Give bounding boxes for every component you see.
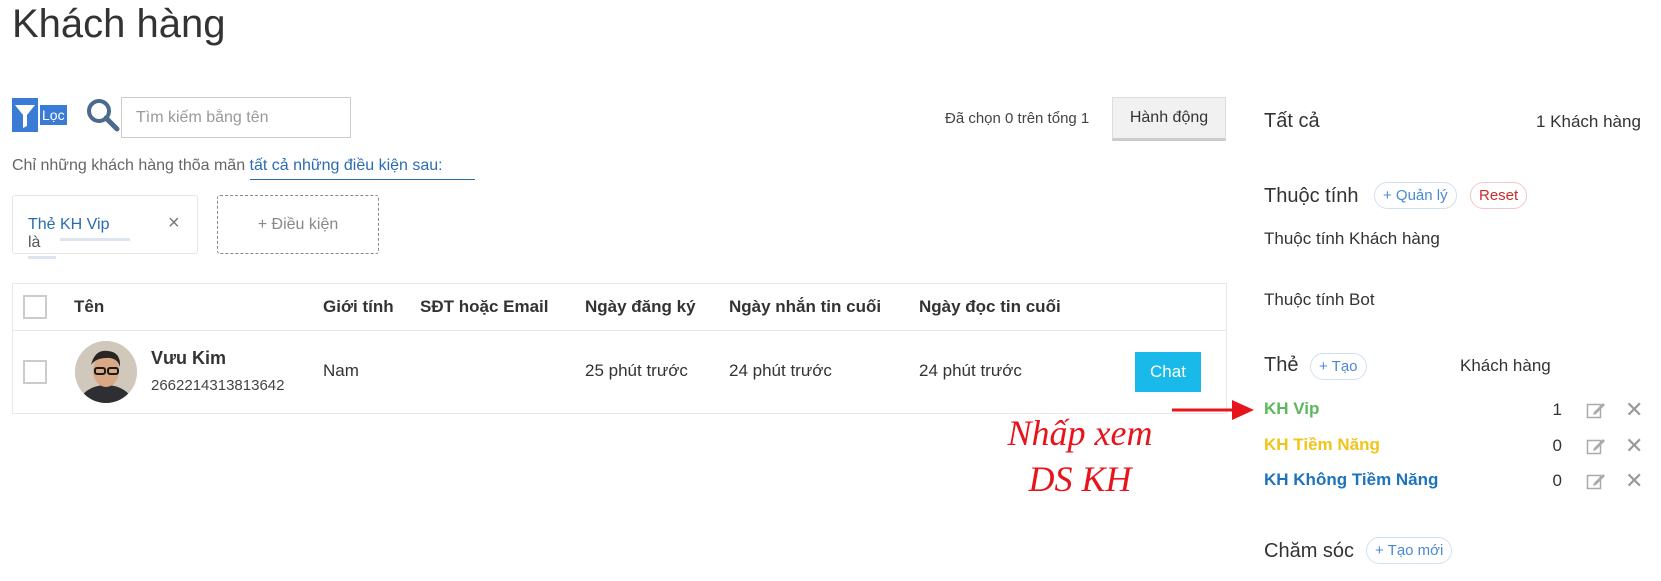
filter-button[interactable]: Lọc [12, 98, 70, 132]
annotation-text: Nhấp xem DS KH [980, 410, 1180, 502]
all-count: 1 Khách hàng [1536, 112, 1641, 131]
edit-icon[interactable] [1586, 437, 1606, 455]
tag-count: 0 [1552, 436, 1562, 455]
create-care-button[interactable]: + Tạo mới [1366, 537, 1453, 564]
filter-icon [12, 98, 38, 132]
create-tag-button[interactable]: + Tạo [1310, 353, 1367, 380]
header-name[interactable]: Tên [74, 297, 104, 317]
action-button[interactable]: Hành động [1112, 97, 1226, 141]
care-title: Chăm sóc [1264, 540, 1355, 562]
close-icon[interactable]: × [168, 212, 180, 235]
all-label[interactable]: Tất cả [1264, 110, 1320, 133]
table-header: Tên Giới tính SĐT hoặc Email Ngày đăng k… [13, 284, 1226, 331]
customer-last-read: 24 phút trước [919, 361, 1022, 380]
manage-attributes-button[interactable]: + Quản lý [1374, 182, 1457, 209]
header-gender[interactable]: Giới tính [323, 297, 394, 317]
tag-count: 1 [1552, 400, 1562, 419]
customer-name[interactable]: Vưu Kim [151, 348, 226, 369]
tags-title: Thẻ [1264, 354, 1299, 376]
reset-button[interactable]: Reset [1470, 182, 1528, 209]
header-last-message[interactable]: Ngày nhắn tin cuối [729, 297, 881, 317]
tag-kh-vip[interactable]: KH Vip [1264, 399, 1319, 419]
customer-registered: 25 phút trước [585, 361, 688, 380]
chip-value[interactable]: KH Vip [60, 216, 130, 241]
filter-condition-chip[interactable]: Thẻ là KH Vip × [12, 195, 198, 259]
tag-kh-khong-tiem-nang[interactable]: KH Không Tiềm Năng [1264, 470, 1438, 490]
search-input[interactable] [121, 97, 351, 138]
customer-attributes-link[interactable]: Thuộc tính Khách hàng [1264, 229, 1440, 249]
tags-customer-column: Khách hàng [1460, 356, 1551, 375]
customer-last-message: 24 phút trước [729, 361, 832, 380]
search-icon[interactable] [85, 97, 121, 133]
arrow-icon [1172, 400, 1254, 420]
condition-mode-link[interactable]: tất cả những điều kiện sau: [249, 157, 475, 180]
select-all-checkbox[interactable] [23, 295, 47, 319]
edit-icon[interactable] [1586, 472, 1606, 490]
condition-prefix: Chỉ những khách hàng thõa mãn [12, 157, 250, 174]
avatar [75, 341, 137, 403]
tag-count: 0 [1552, 471, 1562, 490]
chip-field[interactable]: Thẻ là [28, 216, 56, 259]
table-row[interactable]: Vưu Kim 2662214313813642 Nam 25 phút trư… [13, 331, 1226, 414]
selected-count: Đã chọn 0 trên tổng 1 [945, 110, 1090, 127]
add-condition-button[interactable]: + Điều kiện [217, 195, 379, 254]
chat-button[interactable]: Chat [1135, 352, 1201, 392]
annotation-line-2: DS KH [1028, 459, 1132, 499]
bot-attributes-link[interactable]: Thuộc tính Bot [1264, 290, 1375, 310]
customer-id: 2662214313813642 [151, 377, 285, 394]
attributes-title: Thuộc tính [1264, 185, 1359, 207]
header-last-read[interactable]: Ngày đọc tin cuối [919, 297, 1061, 317]
header-registered[interactable]: Ngày đăng ký [585, 297, 696, 317]
delete-icon[interactable]: ✕ [1625, 435, 1643, 457]
delete-icon[interactable]: ✕ [1625, 399, 1643, 421]
annotation-line-1: Nhấp xem [1007, 413, 1153, 453]
row-checkbox[interactable] [23, 360, 47, 384]
page-title: Khách hàng [12, 2, 226, 46]
delete-icon[interactable]: ✕ [1625, 470, 1643, 492]
condition-text: Chỉ những khách hàng thõa mãn tất cả nhữ… [12, 157, 475, 180]
edit-icon[interactable] [1586, 401, 1606, 419]
header-contact[interactable]: SĐT hoặc Email [420, 297, 548, 317]
customer-gender: Nam [323, 361, 359, 380]
filter-label: Lọc [40, 105, 67, 125]
customer-table: Tên Giới tính SĐT hoặc Email Ngày đăng k… [12, 283, 1227, 414]
tag-kh-tiem-nang[interactable]: KH Tiềm Năng [1264, 435, 1380, 455]
